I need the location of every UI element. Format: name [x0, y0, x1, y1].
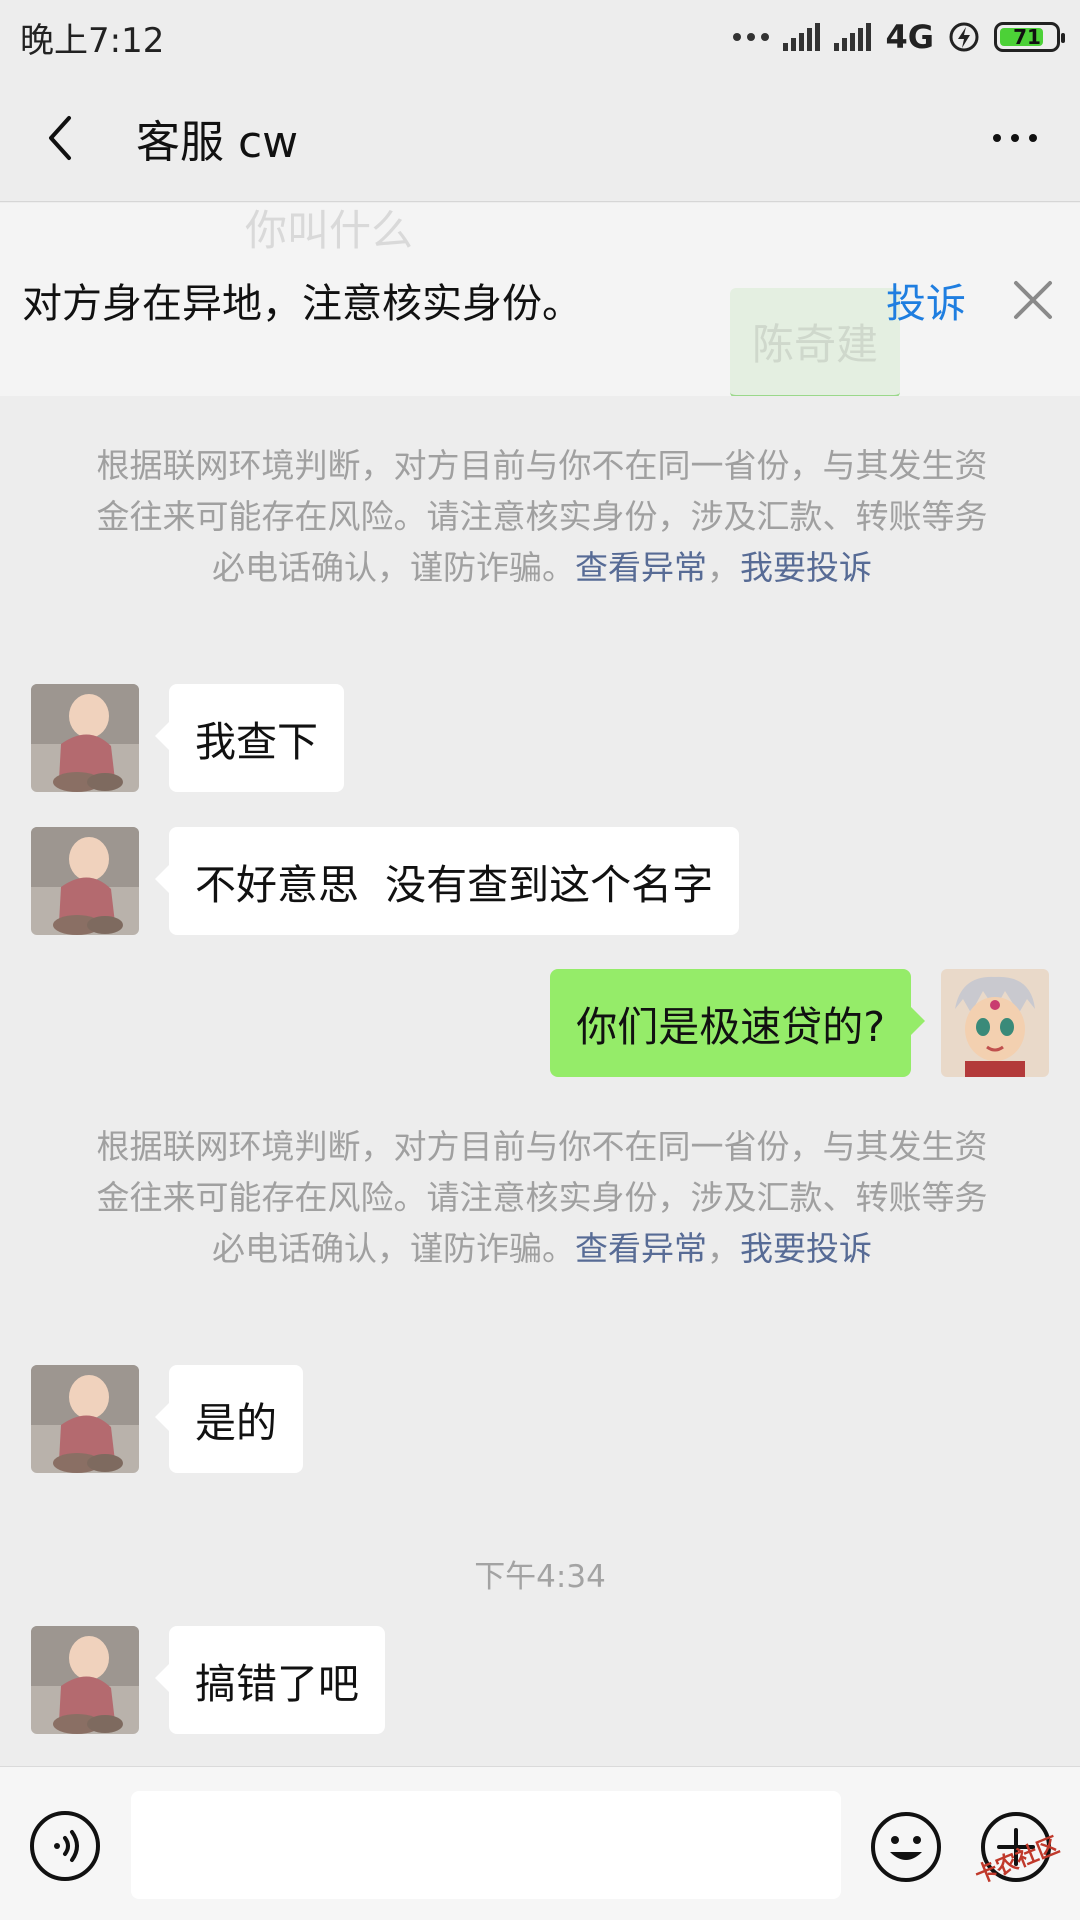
baby-avatar-image [31, 1626, 139, 1734]
report-link[interactable]: 我要投诉 [740, 1229, 872, 1268]
emoji-button[interactable] [869, 1810, 943, 1884]
remote-warning-banner: 你叫什么 陈奇建 对方身在异地，注意核实身份。 投诉 [0, 203, 1080, 396]
view-anomaly-link[interactable]: 查看异常 [575, 1229, 707, 1268]
chevron-left-icon [49, 115, 71, 160]
status-icons: 4G 71 [733, 18, 1065, 56]
message-row-self: 你们是极速贷的? [550, 969, 1049, 1077]
view-anomaly-link[interactable]: 查看异常 [575, 548, 707, 587]
status-bar: 晚上7:12 4G 71 [0, 0, 1080, 74]
nav-bar: 客服 cw [0, 74, 1080, 202]
message-text: 搞错了吧 [195, 1660, 359, 1708]
message-bubble[interactable]: 不好意思 没有查到这个名字 [154, 827, 740, 935]
risk-notice: 根据联网环境判断，对方目前与你不在同一省份，与其发生资金往来可能存在风险。请注意… [92, 440, 992, 593]
baby-avatar-image [31, 1365, 139, 1473]
chat-title: 客服 cw [136, 116, 299, 168]
battery-icon: 71 [994, 22, 1065, 52]
risk-notice: 根据联网环境判断，对方目前与你不在同一省份，与其发生资金往来可能存在风险。请注意… [92, 1121, 992, 1274]
message-text: 不好意思 没有查到这个名字 [195, 861, 714, 909]
more-dot [1029, 133, 1037, 142]
message-bubble[interactable]: 我查下 [155, 684, 344, 792]
battery-text: 71 [1013, 25, 1041, 49]
message-row: 我查下 [31, 684, 344, 792]
message-row: 是的 [31, 1365, 303, 1473]
input-bar [0, 1766, 1080, 1920]
message-text: 你们是极速贷的? [576, 1003, 885, 1051]
message-bubble-self[interactable]: 你们是极速贷的? [550, 969, 925, 1077]
charging-icon [949, 22, 979, 52]
close-banner-button[interactable] [1008, 275, 1058, 325]
more-dots-icon [993, 133, 1001, 142]
signal-icon-2 [834, 23, 872, 51]
more-notifications-icon [733, 33, 770, 41]
complain-link[interactable]: 投诉 [886, 271, 966, 329]
warning-text: 对方身在异地，注意核实身份。 [22, 280, 582, 327]
baby-avatar-image [31, 684, 139, 792]
baby-avatar-image [31, 827, 139, 935]
more-button[interactable] [980, 108, 1050, 168]
contact-avatar[interactable] [31, 1626, 139, 1734]
self-avatar[interactable] [941, 969, 1049, 1077]
notice-separator: ， [707, 1229, 740, 1268]
voice-button[interactable] [29, 1810, 101, 1882]
contact-avatar[interactable] [31, 1365, 139, 1473]
notice-separator: ， [707, 548, 740, 587]
network-type: 4G [885, 18, 934, 56]
close-icon [1014, 280, 1052, 319]
time-divider: 下午4:34 [474, 1559, 606, 1595]
contact-avatar[interactable] [31, 684, 139, 792]
status-time: 晚上7:12 [20, 20, 165, 61]
message-text: 是的 [195, 1399, 277, 1447]
background-message-text: 你叫什么 [245, 206, 414, 255]
chat-area[interactable]: 根据联网环境判断，对方目前与你不在同一省份，与其发生资金往来可能存在风险。请注意… [0, 396, 1080, 1766]
report-link[interactable]: 我要投诉 [740, 548, 872, 587]
emoji-icon [871, 1812, 941, 1882]
voice-icon [30, 1811, 100, 1881]
message-bubble[interactable]: 是的 [155, 1365, 303, 1473]
message-input[interactable] [131, 1791, 841, 1899]
contact-avatar[interactable] [31, 827, 139, 935]
more-dot [1011, 133, 1019, 142]
message-text: 我查下 [195, 718, 318, 766]
message-bubble[interactable]: 搞错了吧 [155, 1626, 385, 1734]
message-row: 搞错了吧 [31, 1626, 385, 1734]
message-row: 不好意思 没有查到这个名字 [31, 827, 740, 935]
back-button[interactable] [30, 108, 90, 168]
signal-icon [783, 23, 821, 51]
cartoon-avatar-image [941, 969, 1049, 1077]
